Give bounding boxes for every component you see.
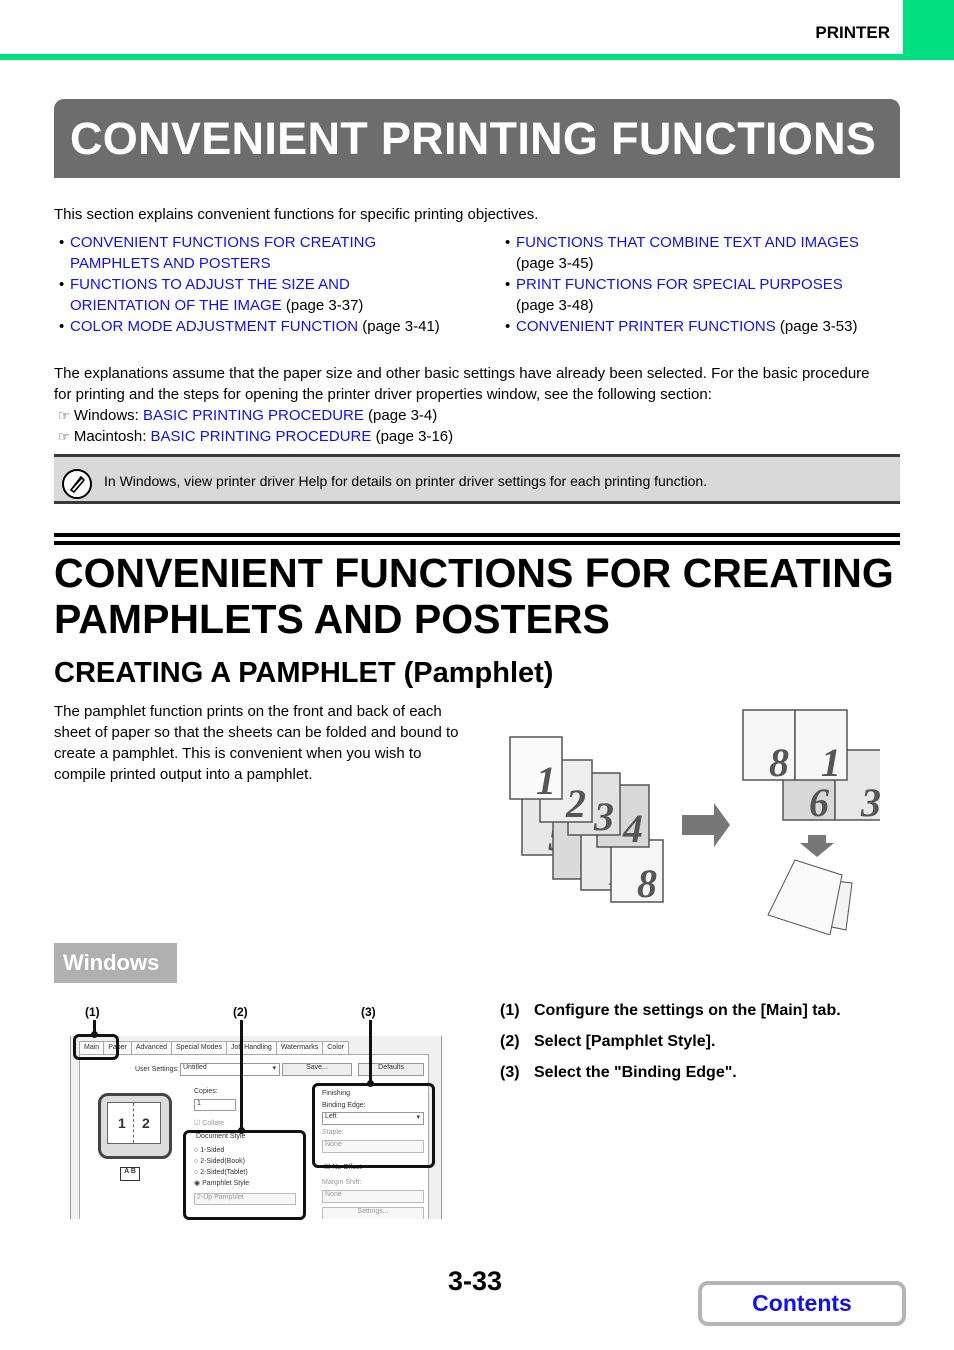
section-heading: CONVENIENT FUNCTIONS FOR CREATING PAMPHL… [54, 550, 894, 642]
tab-job-handling[interactable]: Job Handling [225, 1041, 277, 1055]
pamphlet-illustration: 56784321 6381 [509, 709, 880, 935]
step-item: (3) Select the "Binding Edge". [500, 1064, 737, 1081]
callout-label-1: (1) [85, 1005, 100, 1019]
explanation-text: The explanations assume that the paper s… [54, 365, 870, 403]
source-pages-stack: 56784321 [509, 736, 664, 906]
step-item: (2) Select [Pamphlet Style]. [500, 1033, 716, 1050]
page-title-banner: CONVENIENT PRINTING FUNCTIONS [54, 99, 900, 178]
page-title: CONVENIENT PRINTING FUNCTIONS [70, 113, 877, 164]
page-number: 3-33 [448, 1266, 503, 1296]
toc-item: FUNCTIONS TO ADJUST THE SIZE AND ORIENTA… [54, 274, 444, 316]
margin-shift-select[interactable]: None [322, 1190, 424, 1203]
source-page-number: 2 [565, 781, 586, 826]
callout-finishing [312, 1083, 435, 1168]
toc-item: CONVENIENT PRINTER FUNCTIONS (page 3-53) [500, 316, 900, 337]
callout-main-tab [73, 1034, 119, 1060]
sheet-page-number: 6 [809, 780, 829, 825]
tab-watermarks[interactable]: Watermarks [275, 1041, 324, 1055]
chapter-tab [903, 0, 954, 58]
ref-link-windows[interactable]: BASIC PRINTING PROCEDURE [143, 407, 364, 424]
source-page-number: 3 [593, 794, 614, 839]
reference-hand-icon: ☞ [58, 429, 70, 444]
section-rule [54, 541, 900, 545]
section-rule [54, 533, 900, 537]
source-page-number: 1 [536, 758, 556, 803]
tab-color[interactable]: Color [322, 1041, 350, 1055]
user-settings-label: User Settings: [135, 1066, 179, 1073]
header-accent-bar [0, 54, 954, 60]
note-box: In Windows, view printer driver Help for… [54, 454, 900, 504]
toc-link[interactable]: FUNCTIONS THAT COMBINE TEXT AND IMAGES [516, 234, 859, 251]
toc-item: FUNCTIONS THAT COMBINE TEXT AND IMAGES (… [500, 232, 900, 274]
steps-list: (1) Configure the settings on the [Main] … [500, 995, 841, 1088]
toc-right: FUNCTIONS THAT COMBINE TEXT AND IMAGES (… [500, 232, 900, 337]
contents-button[interactable]: Contents [698, 1281, 906, 1326]
callout-dot [367, 1080, 374, 1087]
printed-sheet: 6 3 8 1 [742, 709, 880, 825]
down-arrow-icon [800, 835, 834, 857]
driver-tabs: Main Paper Advanced Special Modes Job Ha… [79, 1041, 350, 1055]
right-arrow-icon [682, 803, 730, 847]
callout-leader [369, 1020, 372, 1085]
toc-item: PRINT FUNCTIONS FOR SPECIAL PURPOSES (pa… [500, 274, 900, 316]
section-label: PRINTER [815, 23, 890, 42]
copies-label: Copies: [194, 1088, 218, 1095]
ref-macintosh: ☞ Macintosh: BASIC PRINTING PROCEDURE (p… [58, 428, 454, 445]
user-settings-select[interactable]: Untitled ▾ [180, 1063, 280, 1076]
callout-document-style [183, 1130, 306, 1220]
toc-link[interactable]: COLOR MODE ADJUSTMENT FUNCTION [70, 318, 358, 335]
pencil-note-icon [62, 469, 92, 499]
defaults-button[interactable]: Defaults [358, 1063, 424, 1076]
sheet-page-number: 1 [821, 740, 841, 785]
subheading: CREATING A PAMPHLET (Pamphlet) [54, 657, 554, 689]
ref-link-macintosh[interactable]: BASIC PRINTING PROCEDURE [151, 428, 372, 445]
toc-link[interactable]: CONVENIENT PRINTER FUNCTIONS [516, 318, 776, 335]
description-text: The pamphlet function prints on the fron… [54, 703, 459, 783]
book-icon: A B [120, 1167, 140, 1181]
tab-special-modes[interactable]: Special Modes [171, 1041, 227, 1055]
step-item: (1) Configure the settings on the [Main] … [500, 1002, 841, 1019]
intro-text: This section explains convenient functio… [54, 206, 539, 223]
reference-hand-icon: ☞ [58, 408, 70, 423]
callout-dot [91, 1031, 98, 1038]
layout-preview: 1 2 [98, 1093, 172, 1159]
toc-item: COLOR MODE ADJUSTMENT FUNCTION (page 3-4… [54, 316, 444, 337]
ref-windows: ☞ Windows: BASIC PRINTING PROCEDURE (pag… [58, 407, 438, 424]
collate-checkbox[interactable]: ☑ Collate [194, 1119, 224, 1127]
margin-shift-label: Margin Shift: [322, 1179, 362, 1186]
chevron-down-icon: ▾ [272, 1065, 276, 1072]
sheet-page-number: 3 [860, 780, 880, 825]
toc-left: CONVENIENT FUNCTIONS FOR CREATING PAMPHL… [54, 232, 444, 337]
callout-label-3: (3) [361, 1005, 376, 1019]
save-button[interactable]: Save... [282, 1063, 352, 1076]
copies-input[interactable]: 1 [194, 1099, 236, 1111]
toc-link[interactable]: CONVENIENT FUNCTIONS FOR CREATING PAMPHL… [70, 234, 376, 272]
os-label: Windows [54, 943, 177, 983]
callout-dot [238, 1127, 245, 1134]
callout-label-2: (2) [233, 1005, 248, 1019]
settings-button[interactable]: Settings... [322, 1207, 424, 1219]
callout-leader [240, 1020, 243, 1132]
sheet-page-number: 8 [769, 740, 789, 785]
folded-pamphlet-icon [767, 859, 853, 935]
source-page-number: 4 [622, 806, 643, 851]
toc-item: CONVENIENT FUNCTIONS FOR CREATING PAMPHL… [54, 232, 444, 274]
note-text: In Windows, view printer driver Help for… [104, 473, 708, 489]
toc-link[interactable]: PRINT FUNCTIONS FOR SPECIAL PURPOSES [516, 276, 843, 293]
tab-advanced[interactable]: Advanced [130, 1041, 173, 1055]
source-page-number: 8 [637, 861, 657, 906]
